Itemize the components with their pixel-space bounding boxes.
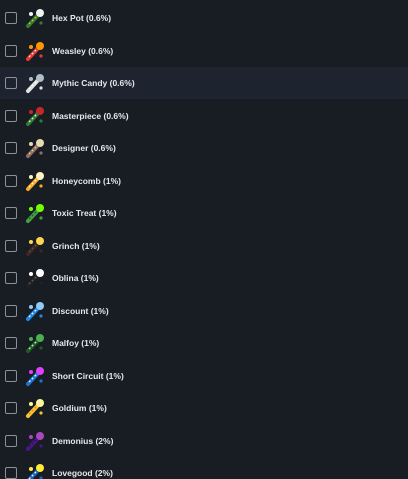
oblina-icon [24,267,46,289]
lovegood-icon-graphic [27,464,44,479]
hex-pot-icon [24,7,46,29]
item-checkbox[interactable] [5,174,17,187]
list-item[interactable]: Oblina (1%) [0,262,408,294]
item-label: Mythic Candy (0.6%) [52,78,135,88]
item-label: Grinch (1%) [52,240,100,251]
item-list: Hex Pot (0.6%) Weasley (0.6%) Mythic Candy… [0,0,408,479]
item-checkbox[interactable] [5,44,17,57]
list-item[interactable]: Lovegood (2%) [0,457,408,479]
item-label: Hex Pot (0.6%) [52,13,112,23]
item-label: Designer (0.6%) [52,143,116,153]
item-label: Oblina (1%) [52,273,99,283]
item-label: Lovegood (2%) [52,468,113,478]
item-checkbox[interactable] [5,304,17,317]
toxic-treat-icon [24,202,46,224]
item-checkbox[interactable] [5,272,17,284]
item-checkbox[interactable] [5,109,17,122]
item-checkbox[interactable] [5,142,17,154]
toxic-treat-icon-graphic [26,204,44,223]
item-checkbox[interactable] [5,402,17,414]
short-circuit-icon [24,365,46,387]
malfoy-icon [24,332,46,354]
masterpiece-icon [24,105,46,127]
goldium-icon-graphic [26,399,44,418]
demonius-icon-graphic [26,431,44,451]
item-label: Goldium (1%) [52,403,107,413]
list-item[interactable]: Short Circuit (1%) [0,360,408,392]
weasley-icon-graphic [26,41,44,61]
short-circuit-icon-graphic [26,366,44,386]
list-item[interactable]: Toxic Treat (1%) [0,197,408,229]
list-item[interactable]: Demonius (2%) [0,425,408,457]
item-checkbox[interactable] [5,467,17,479]
honeycomb-icon [24,170,46,192]
weasley-icon [24,40,46,62]
item-checkbox[interactable] [5,369,17,382]
list-item[interactable]: Honeycomb (1%) [0,165,408,197]
oblina-icon-graphic [26,269,44,288]
item-checkbox[interactable] [5,12,17,24]
hex-pot-icon-graphic [26,9,44,28]
list-item[interactable]: Discount (1%) [0,295,408,327]
list-item[interactable]: Masterpiece (0.6%) [0,100,408,132]
list-item[interactable]: Grinch (1%) [0,230,408,262]
list-item[interactable]: Weasley (0.6%) [0,35,408,67]
masterpiece-icon-graphic [26,106,44,126]
item-checkbox[interactable] [5,207,17,219]
item-label: Weasley (0.6%) [52,45,114,56]
item-label: Honeycomb (1%) [52,175,121,186]
grinch-icon-graphic [26,236,44,256]
item-checkbox[interactable] [5,77,17,89]
item-checkbox[interactable] [5,239,17,252]
designer-icon-graphic [26,139,44,158]
list-item[interactable]: Hex Pot (0.6%) [0,2,408,34]
item-checkbox[interactable] [5,337,17,349]
lovegood-icon [24,462,46,479]
demonius-icon [24,430,46,452]
item-label: Toxic Treat (1%) [52,208,117,218]
mythic-candy-icon [24,72,46,94]
mythic-candy-icon-graphic [26,74,44,93]
malfoy-icon-graphic [26,334,44,353]
grinch-icon [24,235,46,257]
designer-icon [24,137,46,159]
item-label: Demonius (2%) [52,435,114,446]
list-item[interactable]: Malfoy (1%) [0,327,408,359]
item-label: Masterpiece (0.6%) [52,110,129,121]
item-checkbox[interactable] [5,434,17,447]
list-item[interactable]: Designer (0.6%) [0,132,408,164]
item-label: Malfoy (1%) [52,338,100,348]
item-label: Discount (1%) [52,305,109,316]
discount-icon-graphic [26,301,44,321]
list-item[interactable]: Goldium (1%) [0,392,408,424]
discount-icon [24,300,46,322]
honeycomb-icon-graphic [26,171,44,191]
item-label: Short Circuit (1%) [52,370,124,381]
list-item[interactable]: Mythic Candy (0.6%) [0,67,408,99]
goldium-icon [24,397,46,419]
